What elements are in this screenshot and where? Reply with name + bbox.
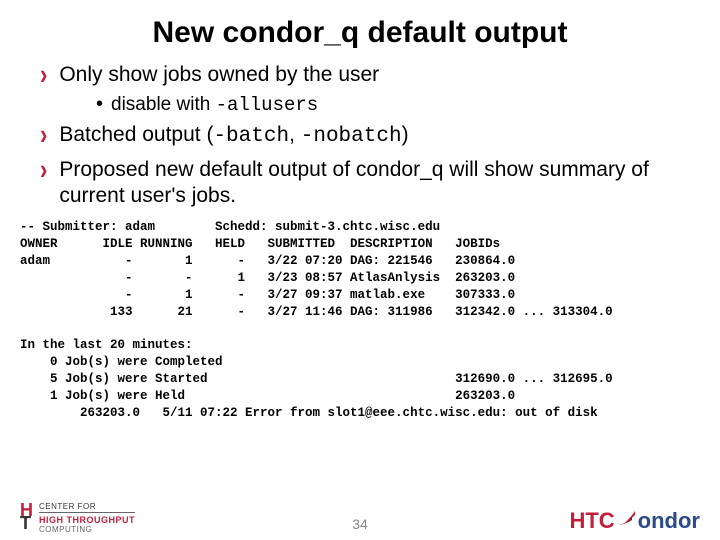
sub-bullet-1: • disable with -allusers xyxy=(96,94,690,116)
logo-htcomputing: H T CENTER FOR HIGH THROUGHPUT COMPUTING xyxy=(20,500,135,534)
bullet-text: Proposed new default output of condor_q … xyxy=(59,157,690,210)
text-mid: , xyxy=(289,123,301,146)
bullet-dot-icon: • xyxy=(96,94,103,114)
code-allusers: -allusers xyxy=(216,94,319,116)
chevron-icon: › xyxy=(40,153,47,187)
text-prefix: Batched output ( xyxy=(59,123,213,146)
ht-monogram: H T xyxy=(20,504,33,531)
sub-prefix: disable with xyxy=(111,94,216,115)
logo-text: CENTER FOR HIGH THROUGHPUT COMPUTING xyxy=(39,500,135,534)
logo-htc: HTC xyxy=(569,508,614,534)
sub-bullet-text: disable with -allusers xyxy=(111,94,318,116)
code-nobatch: -nobatch xyxy=(301,125,402,148)
logo-htcondor: HTC ondor xyxy=(569,508,700,534)
bullet-text: Batched output (-batch, -nobatch) xyxy=(59,122,690,150)
chevron-icon: › xyxy=(40,58,47,92)
logo-line-center: CENTER FOR xyxy=(39,500,135,513)
wing-icon xyxy=(617,509,637,532)
slide: New condor_q default output › Only show … xyxy=(0,0,720,540)
logo-line2: COMPUTING xyxy=(39,525,92,534)
text-suffix: ) xyxy=(402,123,409,146)
bullet-list: › Only show jobs owned by the user • dis… xyxy=(30,62,690,209)
logo-ondor: ondor xyxy=(638,508,700,534)
bullet-item-1: › Only show jobs owned by the user xyxy=(40,62,690,88)
chevron-icon: › xyxy=(40,118,47,152)
terminal-output: -- Submitter: adam Schedd: submit-3.chtc… xyxy=(20,219,690,422)
footer: H T CENTER FOR HIGH THROUGHPUT COMPUTING… xyxy=(0,484,720,540)
bullet-text: Only show jobs owned by the user xyxy=(59,62,690,88)
slide-title: New condor_q default output xyxy=(30,16,690,50)
bullet-item-3: › Proposed new default output of condor_… xyxy=(40,157,690,210)
code-batch: -batch xyxy=(213,125,289,148)
bullet-item-2: › Batched output (-batch, -nobatch) xyxy=(40,122,690,150)
logo-line1: HIGH THROUGHPUT xyxy=(39,515,135,525)
